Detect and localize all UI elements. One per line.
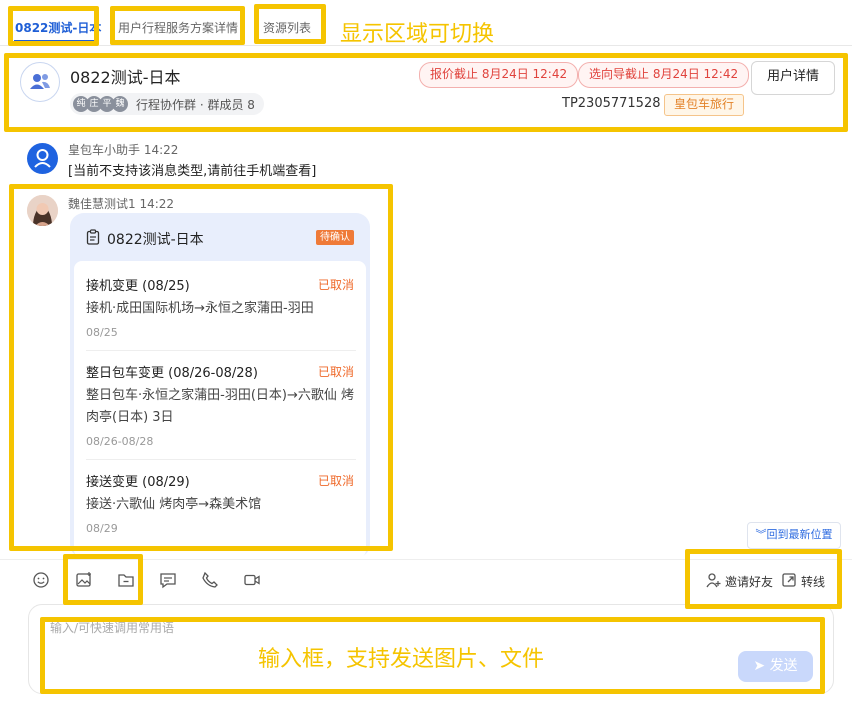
back-to-latest-label: 回到最新位置	[766, 528, 833, 541]
group-info-chip[interactable]: 纯 庄 平 魏 行程协作群 · 群成员 8	[70, 93, 264, 115]
change-item-status: 已取消	[318, 474, 355, 488]
back-to-latest-button[interactable]: ︾回到最新位置	[747, 522, 841, 549]
transfer-button[interactable]: 转线	[801, 573, 825, 590]
conversation-title: 0822测试-日本	[70, 68, 181, 87]
member-avatar: 魏	[112, 96, 128, 112]
annotation-input-box: 输入框，支持发送图片、文件	[258, 647, 545, 672]
user-avatar	[27, 195, 58, 226]
send-icon: ➤	[753, 658, 766, 674]
bot-avatar	[27, 143, 58, 174]
tab-itinerary-detail[interactable]: 用户行程服务方案详情	[118, 19, 238, 36]
pending-confirmation-badge: 待确认	[316, 230, 354, 245]
group-avatar	[20, 62, 60, 102]
emoji-icon[interactable]	[32, 571, 50, 589]
tab-conversation[interactable]: 0822测试-日本	[15, 19, 101, 36]
change-item-detail: 接送·六歌仙 烤肉亭→森美术馆	[86, 497, 262, 512]
input-placeholder: 输入/可快速调用常用语	[50, 621, 175, 635]
video-call-icon[interactable]	[243, 571, 261, 589]
card-title: 0822测试-日本	[107, 232, 204, 248]
image-upload-icon[interactable]	[75, 571, 93, 589]
double-chevron-down-icon: ︾	[755, 528, 767, 541]
invite-friend-icon[interactable]	[705, 571, 723, 589]
person-portrait-icon	[27, 195, 58, 226]
group-icon	[30, 74, 50, 89]
change-item-title: 整日包车变更 (08/26-08/28)	[86, 366, 258, 381]
tab-resource-list[interactable]: 资源列表	[263, 19, 311, 36]
bot-sender-line: 皇包车小助手 14:22	[68, 143, 179, 157]
file-upload-icon[interactable]	[117, 571, 135, 589]
change-item-title: 接机变更 (08/25)	[86, 279, 190, 294]
change-item-status: 已取消	[318, 365, 355, 379]
quick-reply-icon[interactable]	[159, 571, 177, 589]
item-divider	[86, 459, 356, 460]
change-item-date: 08/29	[86, 522, 118, 535]
user-sender-line: 魏佳慧测试1 14:22	[68, 197, 175, 211]
send-label: 发送	[769, 658, 798, 674]
change-item-detail: 整日包车·永恒之家蒲田-羽田(日本)→六歌仙 烤肉亭(日本) 3日	[86, 388, 354, 425]
user-detail-button[interactable]: 用户详情	[751, 61, 835, 95]
annotation-tabs-switchable: 显示区域可切换	[340, 22, 495, 47]
change-item-title: 接送变更 (08/29)	[86, 475, 190, 490]
change-item-date: 08/26-08/28	[86, 435, 154, 448]
change-item-detail: 接机·成田国际机场→永恒之家蒲田-羽田	[86, 301, 314, 316]
transfer-icon[interactable]	[781, 571, 799, 589]
clipboard-icon	[86, 229, 100, 245]
guide-deadline-badge: 选向导截止 8月24日 12:42	[578, 62, 750, 88]
change-item-date: 08/25	[86, 326, 118, 339]
quote-deadline-badge: 报价截止 8月24日 12:42	[419, 62, 579, 88]
bot-message-text: [当前不支持该消息类型,请前往手机端查看]	[68, 164, 317, 179]
change-item-status: 已取消	[318, 278, 355, 292]
order-number: TP2305771528	[562, 96, 661, 111]
phone-icon[interactable]	[201, 571, 219, 589]
group-member-count: 行程协作群 · 群成员 8	[136, 98, 255, 112]
invite-friend-button[interactable]: 邀请好友	[725, 573, 773, 590]
active-tab-indicator	[14, 40, 94, 42]
item-divider	[86, 350, 356, 351]
assistant-icon	[34, 149, 51, 168]
product-tag: 皇包车旅行	[664, 94, 744, 116]
send-button[interactable]: ➤ 发送	[738, 651, 813, 682]
